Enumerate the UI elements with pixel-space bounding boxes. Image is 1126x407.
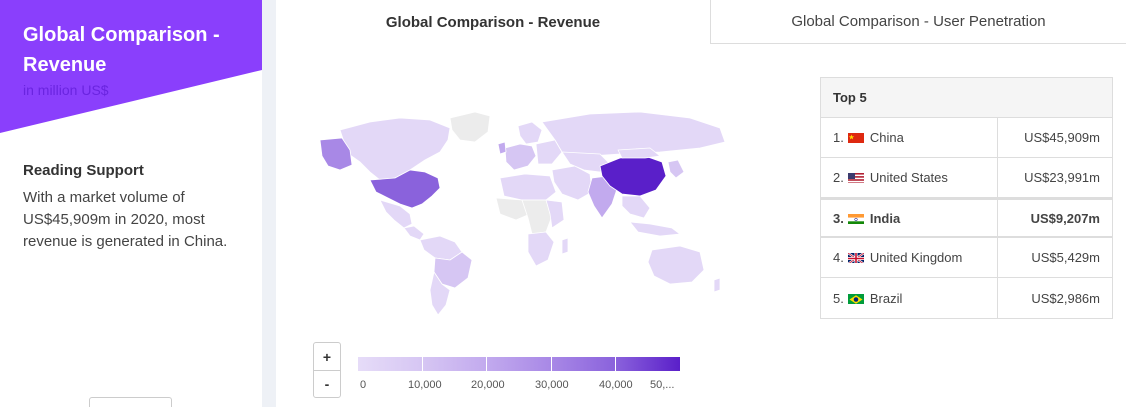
us-flag-icon bbox=[847, 172, 864, 183]
revenue-value: US$23,991m bbox=[1024, 170, 1100, 185]
page-title: Global Comparison - Revenue bbox=[23, 24, 220, 76]
reading-support-title: Reading Support bbox=[23, 162, 144, 179]
table-row[interactable]: 2. United States US$23,991m bbox=[821, 158, 1112, 198]
top5-title: Top 5 bbox=[821, 78, 1112, 118]
legend-segment bbox=[487, 357, 552, 371]
revenue-value: US$5,429m bbox=[1031, 250, 1100, 265]
table-row[interactable]: 1. China US$45,909m bbox=[821, 118, 1112, 158]
uk-flag-icon bbox=[847, 252, 864, 263]
in-flag-icon bbox=[847, 213, 864, 224]
legend-segment bbox=[422, 357, 488, 371]
sidebar-stub-button[interactable] bbox=[89, 397, 172, 407]
rank-label: 1. bbox=[833, 130, 844, 145]
map-color-legend: 0 10,000 20,000 30,000 40,000 50,... bbox=[358, 357, 680, 397]
legend-segment bbox=[551, 357, 617, 371]
sidebar-header: Global Comparison - Revenue in million U… bbox=[0, 0, 262, 140]
map-region-middle-east bbox=[551, 165, 593, 201]
map-region-new-zealand bbox=[713, 277, 721, 293]
sidebar: Global Comparison - Revenue in million U… bbox=[0, 0, 262, 407]
map-region-uk bbox=[497, 141, 507, 155]
tab-revenue[interactable]: Global Comparison - Revenue bbox=[276, 0, 710, 44]
legend-tick-label: 0 bbox=[360, 379, 367, 391]
table-row-highlighted[interactable]: 3. India US$9,207m bbox=[821, 198, 1112, 238]
legend-color-bar bbox=[358, 357, 680, 371]
map-region-europe-west bbox=[504, 143, 537, 171]
country-name: China bbox=[869, 130, 904, 145]
revenue-value: US$2,986m bbox=[1031, 290, 1100, 306]
legend-tick-label: 20,000 bbox=[471, 379, 505, 391]
map-region-central-america bbox=[403, 225, 425, 241]
map-region-scandinavia bbox=[517, 121, 543, 145]
panel-divider bbox=[262, 0, 276, 407]
country-cell: 4. United Kingdom bbox=[821, 238, 998, 277]
rank-label: 2. bbox=[833, 170, 844, 185]
top5-table: Top 5 1. China US$45,909m 2. United Stat… bbox=[820, 77, 1113, 319]
map-region-indonesia bbox=[629, 221, 681, 237]
rank-label: 4. bbox=[833, 250, 844, 265]
zoom-out-button[interactable]: - bbox=[314, 370, 340, 397]
rank-label: 3. bbox=[833, 210, 844, 226]
map-region-southeast-asia bbox=[621, 195, 651, 219]
map-region-korea-japan bbox=[667, 159, 685, 179]
legend-tick-label: 50,... bbox=[650, 379, 675, 391]
legend-tick-label: 30,000 bbox=[535, 379, 569, 391]
rank-label: 5. bbox=[833, 290, 844, 306]
country-cell: 3. India bbox=[821, 200, 998, 236]
legend-tick-label: 10,000 bbox=[408, 379, 442, 391]
country-cell: 1. China bbox=[821, 118, 998, 157]
revenue-value: US$45,909m bbox=[1024, 130, 1100, 145]
country-name: Brazil bbox=[869, 290, 903, 306]
country-name: United Kingdom bbox=[869, 250, 963, 265]
map-region-southern-africa bbox=[527, 231, 555, 267]
world-map[interactable] bbox=[300, 100, 740, 320]
tab-bar: Global Comparison - Revenue Global Compa… bbox=[276, 0, 1126, 44]
country-name: India bbox=[869, 210, 901, 226]
cn-flag-icon bbox=[847, 132, 864, 143]
zoom-in-button[interactable]: + bbox=[314, 343, 340, 370]
table-row[interactable]: 5. Brazil US$2,986m bbox=[821, 278, 1112, 318]
tab-user-penetration[interactable]: Global Comparison - User Penetration bbox=[710, 0, 1126, 44]
revenue-value: US$9,207m bbox=[1030, 210, 1100, 226]
map-region-australia bbox=[647, 245, 705, 285]
br-flag-icon bbox=[847, 293, 864, 304]
map-zoom-controls: + - bbox=[313, 342, 341, 398]
legend-tick-label: 40,000 bbox=[599, 379, 633, 391]
country-cell: 5. Brazil bbox=[821, 278, 998, 318]
country-cell: 2. United States bbox=[821, 158, 998, 197]
reading-support-text: With a market volume of US$45,909m in 20… bbox=[23, 189, 228, 250]
map-region-greenland bbox=[449, 111, 491, 143]
map-region-madagascar bbox=[561, 237, 569, 255]
country-name: United States bbox=[869, 170, 948, 185]
legend-segment bbox=[358, 357, 423, 371]
legend-segment bbox=[616, 357, 680, 371]
map-region-canada bbox=[339, 117, 451, 181]
page-subtitle: in million US$ bbox=[23, 82, 109, 98]
map-region-north-africa bbox=[499, 173, 557, 201]
table-row[interactable]: 4. United Kingdom US$5,429m bbox=[821, 238, 1112, 278]
